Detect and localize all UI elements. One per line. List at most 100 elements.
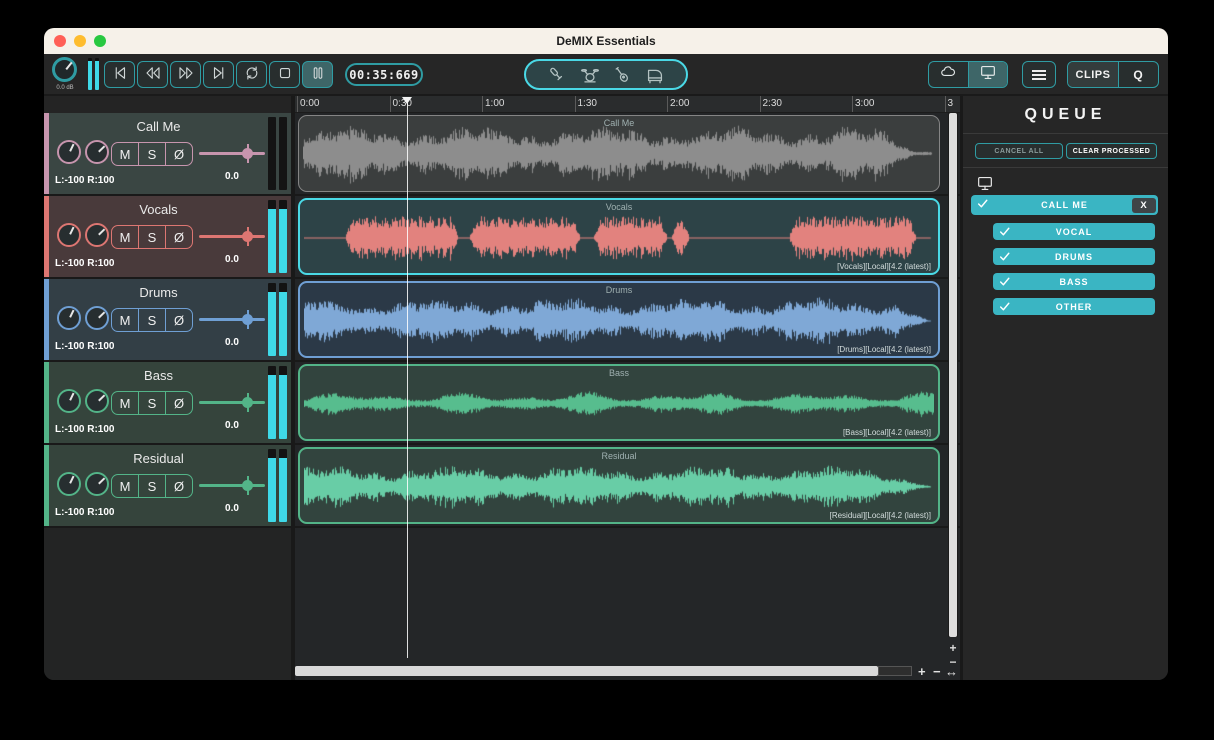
main-area: Call Me M S Ø L:-100 R:100 0.0 Vocals M S Ø L:-100… xyxy=(44,96,1168,680)
volume-slider[interactable] xyxy=(199,475,265,497)
cloud-button[interactable] xyxy=(929,62,968,87)
pan-left-knob[interactable] xyxy=(57,140,81,164)
menu-button[interactable] xyxy=(1022,61,1056,88)
mute-button[interactable]: M xyxy=(112,309,138,331)
track-button-group: MSØ xyxy=(111,474,193,498)
zoom-window-button[interactable] xyxy=(94,35,106,47)
queue-view-button[interactable]: Q xyxy=(1118,62,1157,87)
pause-button[interactable] xyxy=(302,61,333,88)
clip-drums[interactable]: Drums [Drums][Local][4.2 (latest)] xyxy=(298,281,940,358)
solo-button[interactable]: S xyxy=(138,392,165,414)
mute-button[interactable]: M xyxy=(112,475,138,497)
hamburger-menu-icon xyxy=(1032,69,1046,80)
zoom-fit-button[interactable]: ↔ xyxy=(945,664,958,679)
skip-start-icon xyxy=(110,64,130,85)
skip-start-button[interactable] xyxy=(104,61,135,88)
rewind-button[interactable] xyxy=(137,61,168,88)
master-gain-knob[interactable] xyxy=(52,57,77,82)
phase-invert-button[interactable]: Ø xyxy=(165,475,192,497)
phase-invert-button[interactable]: Ø xyxy=(165,143,192,165)
guitar-icon[interactable] xyxy=(610,63,634,87)
horizontal-zoom-out-button[interactable]: − xyxy=(933,664,941,679)
phase-invert-button[interactable]: Ø xyxy=(165,309,192,331)
master-gain-label: 0.0 dB xyxy=(56,85,74,91)
vertical-zoom-in-button[interactable]: + xyxy=(947,642,959,654)
horizontal-zoom-in-button[interactable]: + xyxy=(918,664,926,679)
clip-vocals[interactable]: Vocals [Vocals][Local][4.2 (latest)] xyxy=(298,198,940,275)
pan-right-knob[interactable] xyxy=(85,223,109,247)
volume-slider[interactable] xyxy=(199,392,265,414)
queue-item-vocal[interactable]: VOCAL xyxy=(993,223,1155,240)
phase-invert-button[interactable]: Ø xyxy=(165,226,192,248)
volume-slider[interactable] xyxy=(199,226,265,248)
clip-call-me[interactable]: Call Me xyxy=(298,115,940,192)
clear-processed-button[interactable]: CLEAR PROCESSED xyxy=(1066,143,1157,159)
check-icon xyxy=(998,225,1012,240)
queue-item-call-me[interactable]: CALL ME X xyxy=(971,195,1158,215)
clip-residual[interactable]: Residual [Residual][Local][4.2 (latest)] xyxy=(298,447,940,524)
track-lane[interactable]: Bass [Bass][Local][4.2 (latest)] xyxy=(295,362,960,445)
clips-view-button[interactable]: CLIPS xyxy=(1068,62,1118,87)
phase-invert-button[interactable]: Ø xyxy=(165,392,192,414)
track-header-residual[interactable]: Residual M S Ø L:-100 R:100 0.0 xyxy=(44,445,291,528)
loop-button[interactable] xyxy=(236,61,267,88)
minimize-window-button[interactable] xyxy=(74,35,86,47)
close-window-button[interactable] xyxy=(54,35,66,47)
skip-end-button[interactable] xyxy=(203,61,234,88)
mute-button[interactable]: M xyxy=(112,226,138,248)
track-lane[interactable]: Residual [Residual][Local][4.2 (latest)] xyxy=(295,445,960,528)
queue-item-other[interactable]: OTHER xyxy=(993,298,1155,315)
clip-bass[interactable]: Bass [Bass][Local][4.2 (latest)] xyxy=(298,364,940,441)
pan-left-knob[interactable] xyxy=(57,389,81,413)
fast-forward-button[interactable] xyxy=(170,61,201,88)
queue-item-bass[interactable]: BASS xyxy=(993,273,1155,290)
track-meter xyxy=(268,196,291,277)
pan-range-label: L:-100 R:100 xyxy=(55,424,115,435)
track-button-group: MSØ xyxy=(111,391,193,415)
microphone-icon[interactable] xyxy=(545,63,569,87)
local-machine-button[interactable] xyxy=(967,62,1007,87)
mute-button[interactable]: M xyxy=(112,392,138,414)
vertical-scrollbar[interactable] xyxy=(948,113,958,637)
timeline-ruler[interactable]: 0:00 0:30 1:00 1:30 2:00 2:30 3:00 3 xyxy=(295,96,960,113)
pan-right-knob[interactable] xyxy=(85,306,109,330)
pan-right-knob[interactable] xyxy=(85,389,109,413)
volume-value-label: 0.0 xyxy=(225,420,239,431)
piano-icon[interactable] xyxy=(643,63,667,87)
track-lane[interactable]: Call Me xyxy=(295,113,960,196)
track-lane[interactable]: Vocals [Vocals][Local][4.2 (latest)] xyxy=(295,196,960,279)
drum-kit-icon[interactable] xyxy=(578,63,602,87)
volume-slider[interactable] xyxy=(199,143,265,165)
mute-button[interactable]: M xyxy=(112,143,138,165)
time-display[interactable]: 00:35:669 xyxy=(345,63,423,86)
track-lane[interactable]: Drums [Drums][Local][4.2 (latest)] xyxy=(295,279,960,362)
queue-item-drums[interactable]: DRUMS xyxy=(993,248,1155,265)
track-header-drums[interactable]: Drums M S Ø L:-100 R:100 0.0 xyxy=(44,279,291,362)
ruler-tick-label: 2:30 xyxy=(762,98,782,109)
playhead-marker[interactable] xyxy=(402,97,412,104)
pan-left-knob[interactable] xyxy=(57,306,81,330)
waveform xyxy=(304,369,934,438)
track-header-vocals[interactable]: Vocals M S Ø L:-100 R:100 0.0 xyxy=(44,196,291,279)
solo-button[interactable]: S xyxy=(138,226,165,248)
horizontal-scrollbar[interactable]: + − ↔ xyxy=(295,664,958,679)
solo-button[interactable]: S xyxy=(138,309,165,331)
pan-left-knob[interactable] xyxy=(57,223,81,247)
track-header-bass[interactable]: Bass M S Ø L:-100 R:100 0.0 xyxy=(44,362,291,445)
stop-button[interactable] xyxy=(269,61,300,88)
track-header-call-me[interactable]: Call Me M S Ø L:-100 R:100 0.0 xyxy=(44,113,291,196)
pan-right-knob[interactable] xyxy=(85,472,109,496)
horizontal-scrollbar-thumb[interactable] xyxy=(295,666,878,676)
solo-button[interactable]: S xyxy=(138,475,165,497)
horizontal-scrollbar-track[interactable] xyxy=(878,666,912,676)
remove-from-queue-button[interactable]: X xyxy=(1132,197,1156,213)
cancel-all-button[interactable]: CANCEL ALL xyxy=(975,143,1064,159)
clip-title: Residual xyxy=(601,451,637,461)
pan-right-knob[interactable] xyxy=(85,140,109,164)
ruler-tick xyxy=(852,96,853,112)
ruler-tick xyxy=(944,96,946,112)
solo-button[interactable]: S xyxy=(138,143,165,165)
pan-left-knob[interactable] xyxy=(57,472,81,496)
volume-slider[interactable] xyxy=(199,309,265,331)
vertical-scrollbar-thumb[interactable] xyxy=(949,113,957,637)
